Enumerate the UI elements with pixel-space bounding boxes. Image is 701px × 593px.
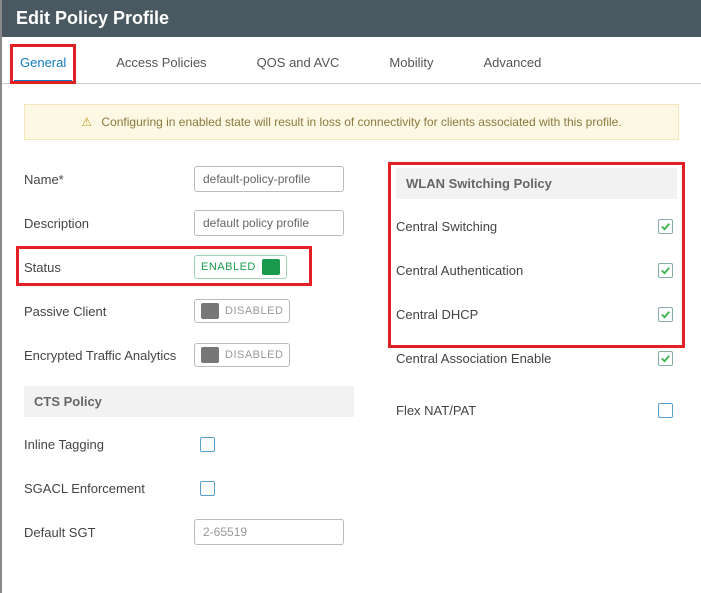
row-central-dhcp: Central DHCP: [396, 301, 677, 327]
default-sgt-input[interactable]: [194, 519, 344, 545]
central-association-checkbox[interactable]: [658, 351, 673, 366]
row-description: Description: [24, 210, 354, 236]
tab-advanced[interactable]: Advanced: [478, 47, 548, 83]
tab-label: Access Policies: [116, 55, 206, 70]
encrypted-traffic-toggle[interactable]: DISABLED: [194, 343, 290, 367]
inline-tagging-label: Inline Tagging: [24, 437, 194, 452]
central-association-label: Central Association Enable: [396, 351, 566, 366]
passive-client-label: Passive Client: [24, 304, 194, 319]
tab-bar: General Access Policies QOS and AVC Mobi…: [2, 47, 701, 84]
warning-banner: ⚠ Configuring in enabled state will resu…: [24, 104, 679, 140]
row-inline-tagging: Inline Tagging: [24, 431, 354, 457]
columns: Name* Description Status ENABLED Pas: [24, 166, 679, 563]
tab-label: QOS and AVC: [257, 55, 340, 70]
flex-nat-pat-checkbox[interactable]: [658, 403, 673, 418]
row-name: Name*: [24, 166, 354, 192]
name-label: Name*: [24, 172, 194, 187]
toggle-knob: [201, 303, 219, 319]
description-label: Description: [24, 216, 194, 231]
tab-qos-avc[interactable]: QOS and AVC: [251, 47, 346, 83]
content-area: ⚠ Configuring in enabled state will resu…: [2, 84, 701, 593]
sgacl-enforcement-label: SGACL Enforcement: [24, 481, 194, 496]
central-authentication-checkbox[interactable]: [658, 263, 673, 278]
tab-general[interactable]: General: [14, 47, 72, 83]
flex-nat-pat-label: Flex NAT/PAT: [396, 403, 566, 418]
central-authentication-label: Central Authentication: [396, 263, 566, 278]
status-toggle[interactable]: ENABLED: [194, 255, 287, 279]
wlan-switching-panel: WLAN Switching Policy Central Switching …: [394, 166, 679, 391]
encrypted-traffic-label: Encrypted Traffic Analytics: [24, 348, 194, 363]
window-title: Edit Policy Profile: [2, 0, 701, 37]
row-passive-client: Passive Client DISABLED: [24, 298, 354, 324]
central-dhcp-label: Central DHCP: [396, 307, 566, 322]
inline-tagging-checkbox[interactable]: [200, 437, 215, 452]
central-dhcp-checkbox[interactable]: [658, 307, 673, 322]
sgacl-enforcement-checkbox[interactable]: [200, 481, 215, 496]
right-column: WLAN Switching Policy Central Switching …: [394, 166, 679, 563]
tab-label: Mobility: [389, 55, 433, 70]
row-central-authentication: Central Authentication: [396, 257, 677, 283]
tab-label: Advanced: [484, 55, 542, 70]
warning-icon: ⚠: [81, 115, 92, 129]
name-input[interactable]: [194, 166, 344, 192]
row-encrypted-traffic: Encrypted Traffic Analytics DISABLED: [24, 342, 354, 368]
central-switching-checkbox[interactable]: [658, 219, 673, 234]
policy-profile-window: Edit Policy Profile General Access Polic…: [0, 0, 701, 593]
tab-access-policies[interactable]: Access Policies: [110, 47, 212, 83]
cts-policy-header: CTS Policy: [24, 386, 354, 417]
wlan-switching-rows: Central Switching Central Authentication: [396, 213, 677, 371]
description-input[interactable]: [194, 210, 344, 236]
tab-mobility[interactable]: Mobility: [383, 47, 439, 83]
toggle-text: DISABLED: [225, 305, 283, 317]
toggle-text: DISABLED: [225, 349, 283, 361]
toggle-knob: [262, 259, 280, 275]
wlan-switching-header: WLAN Switching Policy: [396, 168, 677, 199]
row-central-switching: Central Switching: [396, 213, 677, 239]
row-status: Status ENABLED: [24, 254, 354, 280]
passive-client-toggle[interactable]: DISABLED: [194, 299, 290, 323]
toggle-text: ENABLED: [201, 261, 256, 273]
tab-label: General: [20, 55, 66, 70]
status-label: Status: [24, 260, 194, 275]
row-flex-nat-pat: Flex NAT/PAT: [394, 397, 679, 423]
left-column: Name* Description Status ENABLED Pas: [24, 166, 354, 563]
row-central-association: Central Association Enable: [396, 345, 677, 371]
central-switching-label: Central Switching: [396, 219, 566, 234]
default-sgt-label: Default SGT: [24, 525, 194, 540]
row-default-sgt: Default SGT: [24, 519, 354, 545]
toggle-knob: [201, 347, 219, 363]
row-sgacl-enforcement: SGACL Enforcement: [24, 475, 354, 501]
warning-text: Configuring in enabled state will result…: [101, 115, 621, 129]
